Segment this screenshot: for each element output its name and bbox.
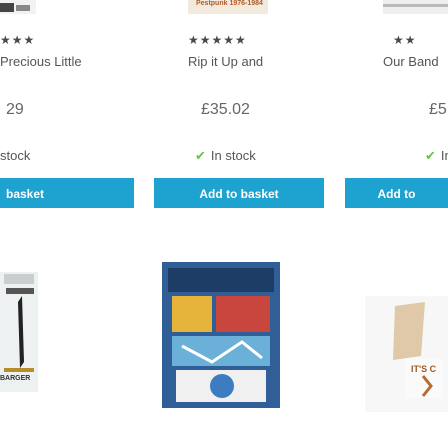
product-title[interactable]: Precious Little xyxy=(0,54,82,69)
product-title[interactable]: Our Band xyxy=(383,54,439,69)
product-cover-image[interactable] xyxy=(162,262,280,408)
thumbnail-text: Pestpunk 1976-1984 xyxy=(196,0,263,7)
cover-text: IT'S C xyxy=(411,364,437,374)
product-price: 29 xyxy=(6,101,24,118)
product-cover-image[interactable]: IT'S C xyxy=(365,296,448,412)
add-to-basket-button[interactable]: Add to xyxy=(345,178,448,208)
rating-stars: ★★★ xyxy=(0,33,36,47)
add-to-basket-button[interactable]: Add to basket xyxy=(154,178,324,208)
product-price: £5 xyxy=(429,101,447,118)
rating-stars: ★★ xyxy=(393,33,417,47)
product-title[interactable]: Rip it Up and xyxy=(188,54,263,69)
stock-status: ✔ In stock xyxy=(195,148,256,164)
check-icon: ✔ xyxy=(195,148,206,163)
check-icon: ✔ xyxy=(425,148,436,163)
cover-text: BARGER xyxy=(0,375,31,382)
stock-label: In stock xyxy=(210,148,256,163)
product-thumbnail-top[interactable] xyxy=(0,0,36,14)
product-thumbnail-top[interactable] xyxy=(383,0,448,14)
stock-status: stock xyxy=(0,148,31,163)
stock-status: ✔ In xyxy=(425,148,448,164)
product-thumbnail-top[interactable]: Pestpunk 1976-1984 xyxy=(188,0,268,14)
stock-label: In xyxy=(440,148,448,163)
rating-stars: ★★★★★ xyxy=(188,33,247,47)
add-to-basket-button[interactable]: basket xyxy=(0,178,134,208)
product-grid: ★★★ Precious Little 29 stock basket BARG… xyxy=(0,0,448,448)
product-price: £35.02 xyxy=(201,101,250,118)
product-cover-image[interactable]: BARGER xyxy=(0,272,38,392)
